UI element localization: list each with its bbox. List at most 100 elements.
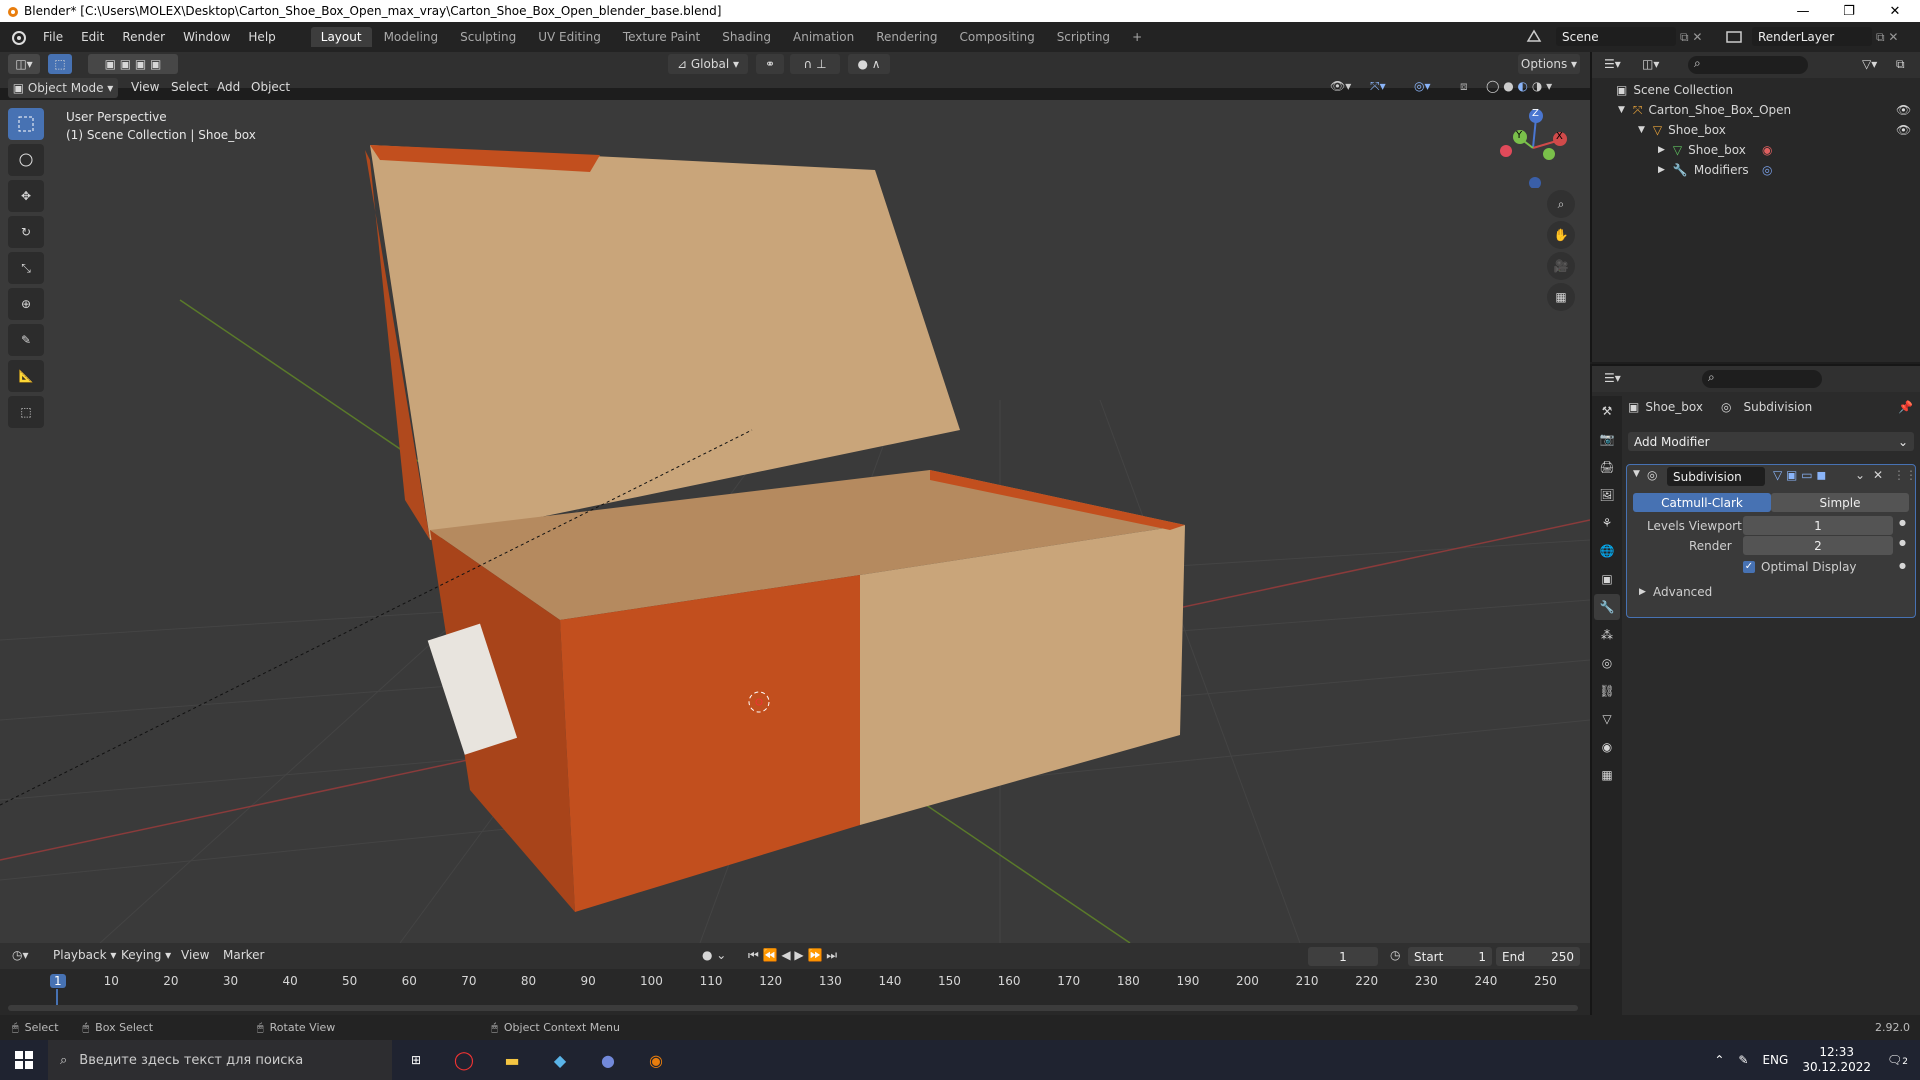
menu-edit[interactable]: Edit — [72, 30, 113, 44]
simple-button[interactable]: Simple — [1771, 493, 1909, 512]
display-mode-icon[interactable]: ◫▾ — [1642, 57, 1659, 71]
outliner-row-scene-collection[interactable]: ▣ Scene Collection — [1592, 80, 1918, 100]
tab-layout[interactable]: Layout — [310, 27, 372, 47]
rotate-tool[interactable]: ↻ — [8, 216, 44, 248]
timeline-menu-marker[interactable]: Marker — [214, 948, 273, 962]
scene-icon[interactable] — [1524, 27, 1544, 47]
modifier-toggle-icons[interactable]: ▽ ▣ ▭ ◼ — [1773, 468, 1826, 482]
3d-viewport[interactable]: User Perspective (1) Scene Collection | … — [0, 100, 1590, 943]
keyframe-dot-icon[interactable]: ● — [1899, 561, 1906, 570]
zoom-icon[interactable]: ⌕ — [1547, 190, 1575, 218]
new-scene-icon[interactable]: ⧉ ✕ — [1680, 30, 1702, 45]
cursor-tool[interactable] — [8, 144, 44, 176]
transform-tool[interactable]: ⊕ — [8, 288, 44, 320]
tab-scripting[interactable]: Scripting — [1047, 27, 1120, 47]
output-tab-icon[interactable]: 🖨 — [1594, 454, 1620, 480]
modifier-chevron-icon[interactable]: ⌄ — [1855, 468, 1865, 482]
view-layer-tab-icon[interactable]: 🖼 — [1594, 482, 1620, 508]
overlay-toggle-icon[interactable]: ◎▾ — [1414, 79, 1431, 93]
optimal-display-checkbox[interactable]: ✓ — [1743, 561, 1755, 573]
expand-arrow-icon[interactable]: ▼ — [1638, 125, 1645, 135]
discord-icon[interactable]: ● — [584, 1051, 632, 1070]
playback-controls[interactable]: ⏮ ⏪ ◀ ▶ ⏩ ⏭ — [748, 948, 837, 963]
move-tool[interactable]: ✥ — [8, 180, 44, 212]
language-indicator[interactable]: ENG — [1762, 1053, 1788, 1067]
xray-icon[interactable]: ⧈ — [1460, 79, 1468, 94]
tab-shading[interactable]: Shading — [712, 27, 781, 47]
end-frame-field[interactable]: End 250 — [1496, 947, 1580, 966]
opera-icon[interactable]: ◯ — [440, 1050, 488, 1071]
transform-orientation-dropdown[interactable]: ⊿ Global ▾ — [668, 54, 748, 74]
windows-start-icon[interactable] — [0, 1040, 48, 1080]
levels-viewport-field[interactable]: 1 — [1743, 516, 1893, 535]
outliner-row-object[interactable]: ▼ ▽ Shoe_box 👁 — [1592, 120, 1918, 140]
camera-icon[interactable]: 🎥 — [1547, 252, 1575, 280]
tab-texture-paint[interactable]: Texture Paint — [613, 27, 710, 47]
menu-file[interactable]: File — [34, 30, 72, 44]
notification-icon[interactable]: 🗨2 — [1887, 1053, 1908, 1067]
tool-tab-icon[interactable]: ⚒ — [1594, 398, 1620, 424]
menu-render[interactable]: Render — [113, 30, 174, 44]
scene-name-field[interactable]: Scene — [1556, 27, 1676, 46]
blender-menu-icon[interactable] — [10, 29, 26, 45]
tray-chevron-icon[interactable]: ⌃ — [1714, 1053, 1724, 1067]
outliner-row-collection[interactable]: ▼ ⤧ Carton_Shoe_Box_Open 👁 — [1592, 100, 1918, 120]
ortho-grid-icon[interactable]: ▦ — [1547, 283, 1575, 311]
keyframe-dot-icon[interactable]: ● — [1899, 518, 1906, 527]
close-window-button[interactable]: ✕ — [1872, 0, 1918, 22]
visibility-icon[interactable]: 👁▾ — [1330, 79, 1351, 93]
pivot-icon[interactable]: ⚭ — [756, 54, 784, 74]
add-modifier-dropdown[interactable]: Add Modifier ⌄ — [1628, 432, 1914, 451]
modifier-tab-icon[interactable]: 🔧 — [1594, 594, 1620, 620]
timeline-menu-view[interactable]: View — [172, 948, 218, 962]
view-layer-field[interactable]: RenderLayer — [1752, 27, 1872, 46]
options-dropdown[interactable]: Options ▾ — [1518, 54, 1580, 74]
outliner-editor-icon[interactable]: ☰▾ — [1604, 57, 1621, 71]
gizmo-toggle-icon[interactable]: ⤧▾ — [1370, 79, 1386, 94]
proportional-edit-icon[interactable]: ● ∧ — [848, 54, 890, 74]
current-frame-field[interactable]: 1 — [1308, 947, 1378, 966]
tab-compositing[interactable]: Compositing — [949, 27, 1044, 47]
drag-handle-icon[interactable]: ⋮⋮ — [1893, 468, 1917, 482]
clock[interactable]: 12:33 30.12.2022 — [1802, 1045, 1871, 1075]
select-mode-icon[interactable]: ⬚ — [48, 54, 72, 74]
particles-tab-icon[interactable]: ⁂ — [1594, 622, 1620, 648]
pin-icon[interactable]: 📌 — [1898, 400, 1913, 414]
menu-window[interactable]: Window — [174, 30, 239, 44]
remove-modifier-icon[interactable]: ✕ — [1873, 468, 1883, 482]
timeline-editor-icon[interactable]: ◷▾ — [12, 948, 29, 962]
editor-type-icon[interactable]: ◫▾ — [8, 54, 40, 74]
tab-animation[interactable]: Animation — [783, 27, 864, 47]
world-tab-icon[interactable]: 🌐 — [1594, 538, 1620, 564]
collapse-arrow-icon[interactable]: ▶ — [1658, 145, 1665, 155]
constraints-tab-icon[interactable]: ⛓ — [1594, 678, 1620, 704]
record-icon[interactable]: ● ⌄ — [702, 948, 726, 962]
task-view-icon[interactable]: ⊞ — [392, 1053, 440, 1067]
start-frame-field[interactable]: Start 1 — [1408, 947, 1492, 966]
file-explorer-icon[interactable]: ▬ — [488, 1051, 536, 1070]
tab-modeling[interactable]: Modeling — [374, 27, 449, 47]
mode-dropdown[interactable]: ▣ Object Mode ▾ — [8, 78, 118, 98]
outliner-row-modifiers[interactable]: ▶ 🔧 Modifiers ◎ — [1592, 160, 1918, 180]
blender-taskbar-icon[interactable]: ◉ — [632, 1051, 680, 1070]
new-view-layer-icon[interactable]: ⧉ ✕ — [1876, 30, 1898, 45]
texture-tab-icon[interactable]: ▦ — [1594, 762, 1620, 788]
add-cube-tool[interactable]: ⬚ — [8, 396, 44, 428]
properties-editor-icon[interactable]: ☰▾ — [1604, 371, 1621, 385]
navigation-gizmo[interactable]: Z Y X — [1498, 108, 1568, 188]
object-tab-icon[interactable]: ▣ — [1594, 566, 1620, 592]
notepad-icon[interactable]: ◆ — [536, 1051, 584, 1070]
collapse-arrow-icon[interactable]: ▼ — [1633, 469, 1640, 479]
minimize-button[interactable]: — — [1780, 0, 1826, 22]
add-workspace-button[interactable]: + — [1122, 27, 1152, 47]
tab-sculpting[interactable]: Sculpting — [450, 27, 526, 47]
expand-arrow-icon[interactable]: ▼ — [1618, 105, 1625, 115]
visibility-eye-icon[interactable]: 👁 — [1896, 123, 1911, 137]
tab-uv-editing[interactable]: UV Editing — [528, 27, 611, 47]
taskbar-search-box[interactable]: ⌕ Введите здесь текст для поиска — [48, 1040, 392, 1080]
physics-tab-icon[interactable]: ◎ — [1594, 650, 1620, 676]
measure-tool[interactable]: 📐 — [8, 360, 44, 392]
timeline-menu-keying[interactable]: Keying ▾ — [112, 948, 180, 962]
tab-rendering[interactable]: Rendering — [866, 27, 947, 47]
scene-tab-icon[interactable]: ⚘ — [1594, 510, 1620, 536]
